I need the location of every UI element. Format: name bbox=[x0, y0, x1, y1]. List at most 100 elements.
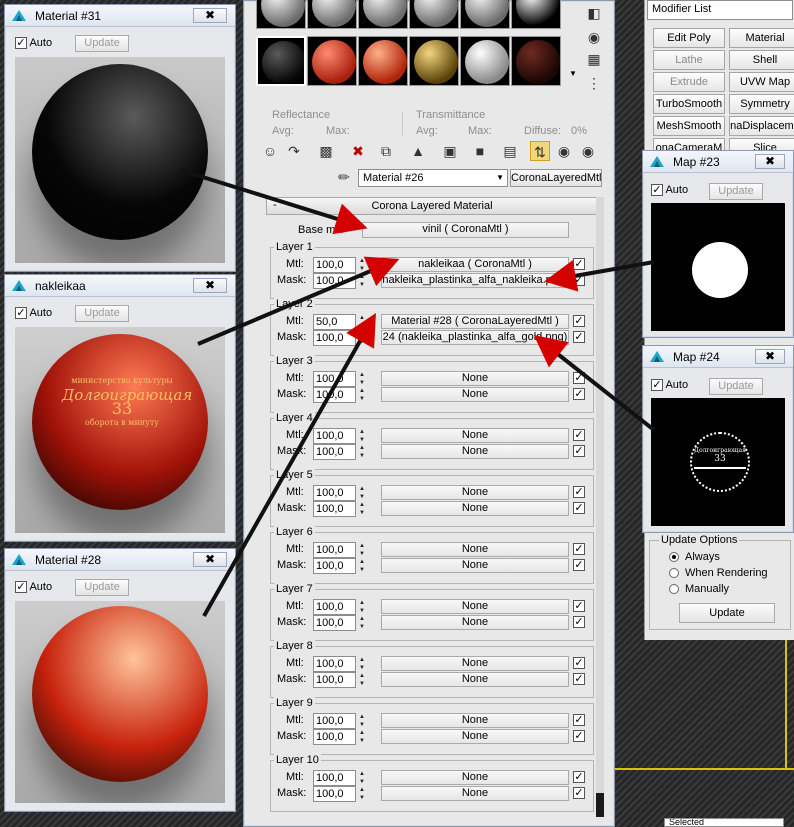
mtl-enable-checkbox[interactable]: ✓ bbox=[573, 429, 585, 441]
close-icon[interactable]: ✖ bbox=[193, 8, 227, 23]
spinner-arrows-icon[interactable]: ▲ ▼ bbox=[358, 273, 366, 289]
sample-slot[interactable] bbox=[256, 36, 306, 86]
rollout-header[interactable]: - Corona Layered Material bbox=[266, 197, 598, 215]
sample-slot[interactable] bbox=[511, 36, 561, 86]
modifier-button[interactable]: Shell bbox=[729, 50, 794, 70]
mtl-enable-checkbox[interactable]: ✓ bbox=[573, 714, 585, 726]
mtl-enable-checkbox[interactable]: ✓ bbox=[573, 771, 585, 783]
spinner-arrows-icon[interactable]: ▲ ▼ bbox=[358, 599, 366, 615]
eyedropper-icon[interactable]: ✏ bbox=[334, 167, 354, 187]
mask-amount-spinner[interactable]: 100,0 bbox=[313, 672, 356, 688]
mask-enable-checkbox[interactable]: ✓ bbox=[573, 331, 585, 343]
material-id-icon[interactable]: ■ bbox=[470, 141, 490, 161]
radio-button-icon[interactable] bbox=[669, 552, 679, 563]
mask-map-button[interactable]: nakleika_plastinka_alfa_nakleika.png) bbox=[381, 273, 569, 288]
sample-slot[interactable] bbox=[358, 0, 408, 29]
update-button[interactable]: Update bbox=[75, 35, 129, 52]
mtl-map-button[interactable]: nakleikaa ( CoronaMtl ) bbox=[381, 257, 569, 272]
checkbox-icon[interactable]: ✓ bbox=[15, 307, 27, 320]
mtl-amount-spinner[interactable]: 100,0 bbox=[313, 656, 356, 672]
mask-map-button[interactable]: None bbox=[381, 729, 569, 744]
spinner-arrows-icon[interactable]: ▲ ▼ bbox=[358, 257, 366, 273]
spinner-arrows-icon[interactable]: ▲ ▼ bbox=[358, 558, 366, 574]
mtl-enable-checkbox[interactable]: ✓ bbox=[573, 543, 585, 555]
update-button[interactable]: Update bbox=[679, 603, 775, 623]
selection-dropdown[interactable]: Selected bbox=[664, 818, 784, 827]
spinner-arrows-icon[interactable]: ▲ ▼ bbox=[358, 713, 366, 729]
mtl-enable-checkbox[interactable]: ✓ bbox=[573, 372, 585, 384]
sample-slot[interactable] bbox=[256, 0, 306, 29]
checkbox-icon[interactable]: ✓ bbox=[651, 379, 663, 392]
modifier-button[interactable]: Material bbox=[729, 28, 794, 48]
mtl-amount-spinner[interactable]: 100,0 bbox=[313, 713, 356, 729]
auto-checkbox[interactable]: ✓ Auto bbox=[15, 581, 52, 594]
put-to-scene-icon[interactable]: ↷ bbox=[284, 141, 304, 161]
mtl-amount-spinner[interactable]: 100,0 bbox=[313, 542, 356, 558]
spinner-arrows-icon[interactable]: ▲ ▼ bbox=[358, 729, 366, 745]
mtl-map-button[interactable]: None bbox=[381, 713, 569, 728]
slots-scroll-arrow[interactable]: ▼ bbox=[569, 69, 577, 78]
editor-scrollbar[interactable] bbox=[596, 197, 604, 817]
mtl-amount-spinner[interactable]: 100,0 bbox=[313, 485, 356, 501]
mask-amount-spinner[interactable]: 100,0 bbox=[313, 615, 356, 631]
mtl-amount-spinner[interactable]: 100,0 bbox=[313, 428, 356, 444]
mask-enable-checkbox[interactable]: ✓ bbox=[573, 502, 585, 514]
modifier-button[interactable]: Lathe bbox=[653, 50, 725, 70]
mask-amount-spinner[interactable]: 100,0 bbox=[313, 273, 356, 289]
spinner-arrows-icon[interactable]: ▲ ▼ bbox=[358, 615, 366, 631]
mask-enable-checkbox[interactable]: ✓ bbox=[573, 787, 585, 799]
options-icon[interactable]: ⋮ bbox=[584, 73, 604, 93]
mask-amount-spinner[interactable]: 100,0 bbox=[313, 729, 356, 745]
get-material-icon[interactable]: ☺ bbox=[260, 141, 280, 161]
make-unique-icon[interactable]: ▲ bbox=[408, 141, 428, 161]
checkbox-icon[interactable]: ✓ bbox=[15, 581, 27, 594]
spinner-arrows-icon[interactable]: ▲ ▼ bbox=[358, 542, 366, 558]
checkbox-icon[interactable]: ✓ bbox=[651, 184, 663, 197]
radio-button-icon[interactable] bbox=[669, 584, 679, 595]
mtl-enable-checkbox[interactable]: ✓ bbox=[573, 258, 585, 270]
mtl-map-button[interactable]: None bbox=[381, 656, 569, 671]
preview-titlebar[interactable]: nakleikaa ✖ bbox=[5, 275, 235, 297]
mtl-map-button[interactable]: None bbox=[381, 770, 569, 785]
mask-amount-spinner[interactable]: 100,0 bbox=[313, 786, 356, 802]
mtl-enable-checkbox[interactable]: ✓ bbox=[573, 315, 585, 327]
preview-titlebar[interactable]: Material #31 ✖ bbox=[5, 5, 235, 27]
show-map-icon[interactable]: ▤ bbox=[500, 141, 520, 161]
update-button[interactable]: Update bbox=[75, 579, 129, 596]
spinner-arrows-icon[interactable]: ▲ ▼ bbox=[358, 485, 366, 501]
mask-enable-checkbox[interactable]: ✓ bbox=[573, 559, 585, 571]
mask-enable-checkbox[interactable]: ✓ bbox=[573, 730, 585, 742]
mask-amount-spinner[interactable]: 100,0 bbox=[313, 330, 356, 346]
mask-enable-checkbox[interactable]: ✓ bbox=[573, 388, 585, 400]
spinner-arrows-icon[interactable]: ▲ ▼ bbox=[358, 387, 366, 403]
auto-checkbox[interactable]: ✓ Auto bbox=[15, 37, 52, 50]
spinner-arrows-icon[interactable]: ▲ ▼ bbox=[358, 428, 366, 444]
base-mtl-button[interactable]: vinil ( CoronaMtl ) bbox=[362, 222, 569, 238]
mask-amount-spinner[interactable]: 100,0 bbox=[313, 558, 356, 574]
spinner-arrows-icon[interactable]: ▲ ▼ bbox=[358, 330, 366, 346]
spinner-arrows-icon[interactable]: ▲ ▼ bbox=[358, 501, 366, 517]
backlight-icon[interactable]: ◉ bbox=[584, 27, 604, 47]
mtl-map-button[interactable]: Material #28 ( CoronaLayeredMtl ) bbox=[381, 314, 569, 329]
show-end-result-icon[interactable]: ⇅ bbox=[530, 141, 550, 161]
update-button[interactable]: Update bbox=[709, 378, 763, 395]
map-titlebar[interactable]: Map #23 ✖ bbox=[643, 151, 793, 173]
go-sibling-icon[interactable]: ◉ bbox=[578, 141, 598, 161]
spinner-arrows-icon[interactable]: ▲ ▼ bbox=[358, 371, 366, 387]
update-button[interactable]: Update bbox=[709, 183, 763, 200]
spinner-arrows-icon[interactable]: ▲ ▼ bbox=[358, 786, 366, 802]
mask-map-button[interactable]: None bbox=[381, 558, 569, 573]
checkbox-icon[interactable]: ✓ bbox=[15, 37, 27, 50]
map-titlebar[interactable]: Map #24 ✖ bbox=[643, 346, 793, 368]
mtl-enable-checkbox[interactable]: ✓ bbox=[573, 657, 585, 669]
mask-map-button[interactable]: None bbox=[381, 501, 569, 516]
update-radio-option[interactable]: Always bbox=[669, 551, 720, 563]
modifier-button[interactable]: naDisplaceme bbox=[729, 116, 794, 136]
editor-scrollbar-thumb[interactable] bbox=[596, 793, 604, 817]
close-icon[interactable]: ✖ bbox=[755, 154, 785, 169]
preview-titlebar[interactable]: Material #28 ✖ bbox=[5, 549, 235, 571]
modifier-button[interactable]: Edit Poly bbox=[653, 28, 725, 48]
close-icon[interactable]: ✖ bbox=[755, 349, 785, 364]
mask-map-button[interactable]: None bbox=[381, 672, 569, 687]
copy-material-icon[interactable]: ⧉ bbox=[376, 141, 396, 161]
